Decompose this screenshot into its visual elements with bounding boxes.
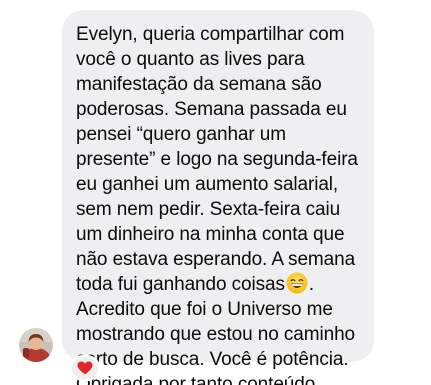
sender-avatar[interactable] (19, 328, 53, 362)
avatar-image (19, 328, 53, 362)
message-thread: Evelyn, queria compartilhar com você o q… (0, 0, 431, 385)
reaction-badge[interactable] (70, 355, 100, 381)
grinning-face-icon (286, 272, 308, 294)
message-text-part-1: Evelyn, queria compartilhar com você o q… (76, 24, 358, 295)
heart-icon (77, 361, 93, 375)
message-text: Evelyn, queria compartilhar com você o q… (76, 22, 364, 385)
received-message-bubble[interactable]: Evelyn, queria compartilhar com você o q… (62, 10, 374, 385)
